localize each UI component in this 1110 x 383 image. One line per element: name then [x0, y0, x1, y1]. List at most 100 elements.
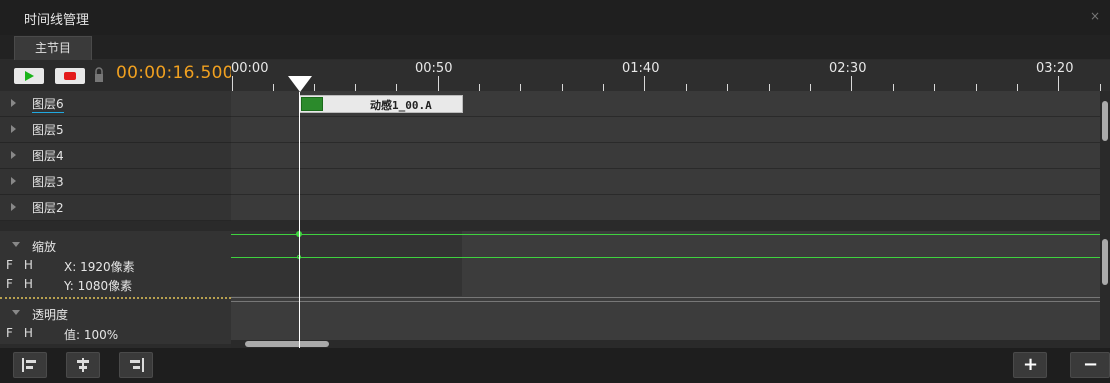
track-row[interactable]: [231, 143, 1100, 169]
expand-arrow-icon[interactable]: [11, 177, 16, 185]
ruler-minor-tick: [893, 84, 894, 91]
layer-label: 图层6: [32, 97, 64, 113]
track-row[interactable]: 动感1_00.A: [231, 91, 1100, 117]
align-right-icon: [130, 358, 144, 372]
track-row[interactable]: [231, 117, 1100, 143]
record-icon: [64, 72, 76, 80]
group-separator: [0, 297, 231, 299]
opacity-label: 透明度: [32, 308, 69, 322]
scale-x-curve[interactable]: [231, 234, 1100, 235]
scroll-thumb[interactable]: [245, 341, 329, 347]
ruler-minor-tick: [810, 84, 811, 91]
ruler-minor-tick: [562, 84, 563, 91]
clip-thumbnail: [301, 97, 323, 111]
layer-row[interactable]: 图层6: [0, 91, 231, 117]
layer-list: 图层6 图层5 图层4 图层3 图层2: [0, 91, 231, 221]
layer-row[interactable]: 图层3: [0, 169, 231, 195]
timeline-clip[interactable]: 动感1_00.A: [299, 95, 463, 113]
property-vertical-scrollbar[interactable]: [1100, 231, 1110, 340]
ruler-minor-tick: [727, 84, 728, 91]
timecode-display: 00:00:16.500: [116, 63, 234, 83]
expand-arrow-icon[interactable]: [11, 125, 16, 133]
ruler-label: 00:00: [231, 61, 269, 76]
opacity-value-row[interactable]: FH 值: 100%: [0, 324, 231, 344]
ruler-minor-tick: [976, 84, 977, 91]
time-ruler[interactable]: 00:00 00:50 01:40 02:30 03:20: [231, 60, 1110, 92]
ruler-major-tick: [1058, 76, 1059, 91]
ruler-minor-tick: [603, 84, 604, 91]
graph-shaded-region: [231, 231, 462, 296]
tab-main-program[interactable]: 主节目: [14, 36, 92, 60]
ruler-major-tick: [438, 76, 439, 91]
group-separator-line: [231, 297, 1100, 298]
opacity-group-header[interactable]: 透明度: [0, 301, 231, 325]
layer-row[interactable]: 图层4: [0, 143, 231, 169]
ruler-label: 02:30: [829, 61, 867, 76]
ruler-minor-tick: [355, 84, 356, 91]
group-separator-line: [231, 301, 1100, 302]
expand-arrow-icon[interactable]: [11, 99, 16, 107]
opacity-value[interactable]: 值: 100%: [64, 326, 118, 343]
ruler-minor-tick: [314, 84, 315, 91]
minus-icon: −: [1083, 354, 1099, 375]
collapse-arrow-icon[interactable]: [12, 242, 20, 247]
play-button[interactable]: [14, 68, 44, 84]
ruler-minor-tick: [1017, 84, 1018, 91]
scale-x-row[interactable]: FH X: 1920像素: [0, 256, 231, 276]
ruler-label: 01:40: [622, 61, 660, 76]
record-button[interactable]: [55, 68, 85, 84]
expand-arrow-icon[interactable]: [11, 151, 16, 159]
ruler-major-tick: [851, 76, 852, 91]
scale-label: 缩放: [32, 240, 57, 254]
align-left-icon: [22, 358, 36, 372]
scale-y-curve[interactable]: [231, 257, 1100, 258]
track-row[interactable]: [231, 195, 1100, 221]
ruler-minor-tick: [520, 84, 521, 91]
layer-label: 图层3: [32, 175, 64, 189]
add-track-button[interactable]: +: [1013, 352, 1047, 378]
expand-arrow-icon[interactable]: [11, 203, 16, 211]
layer-label: 图层5: [32, 123, 64, 137]
align-right-button[interactable]: [119, 352, 153, 378]
ruler-minor-tick: [1100, 84, 1101, 91]
keyframe-flags[interactable]: FH: [6, 277, 44, 291]
ruler-minor-tick: [769, 84, 770, 91]
remove-track-button[interactable]: −: [1070, 352, 1110, 378]
ruler-minor-tick: [273, 84, 274, 91]
scale-group-header[interactable]: 缩放: [0, 233, 231, 257]
track-vertical-scrollbar[interactable]: [1100, 91, 1110, 221]
align-center-icon: [77, 358, 89, 372]
layer-row[interactable]: 图层5: [0, 117, 231, 143]
timeline-horizontal-scrollbar[interactable]: [231, 340, 1110, 348]
panel-divider[interactable]: [0, 221, 1110, 231]
tab-strip: [0, 35, 1110, 59]
scale-y-value[interactable]: Y: 1080像素: [64, 277, 132, 294]
ruler-minor-tick: [396, 84, 397, 91]
keyframe-flags[interactable]: FH: [6, 326, 44, 340]
close-icon[interactable]: ×: [1090, 9, 1100, 23]
properties-panel: 缩放 FH X: 1920像素 FH Y: 1080像素 透明度 FH 值: 1…: [0, 231, 231, 344]
track-row[interactable]: [231, 169, 1100, 195]
lock-icon[interactable]: [94, 66, 104, 84]
align-left-button[interactable]: [13, 352, 47, 378]
property-graph[interactable]: [231, 231, 1100, 344]
scale-y-row[interactable]: FH Y: 1080像素: [0, 275, 231, 295]
play-icon: [25, 71, 34, 81]
playhead-line[interactable]: [299, 92, 300, 348]
title-bar: 时间线管理 ×: [0, 0, 1110, 36]
collapse-arrow-icon[interactable]: [12, 310, 20, 315]
scroll-thumb[interactable]: [1102, 239, 1108, 285]
scale-x-value[interactable]: X: 1920像素: [64, 258, 135, 275]
ruler-minor-tick: [479, 84, 480, 91]
layer-row[interactable]: 图层2: [0, 195, 231, 221]
scroll-thumb[interactable]: [1102, 101, 1108, 141]
plus-icon: +: [1023, 354, 1039, 375]
playhead-handle[interactable]: [288, 76, 312, 92]
align-center-button[interactable]: [66, 352, 100, 378]
keyframe-flags[interactable]: FH: [6, 258, 44, 272]
track-area[interactable]: 动感1_00.A: [231, 91, 1100, 221]
bottom-toolbar: [0, 348, 1110, 383]
clip-label: 动感1_00.A: [370, 99, 432, 112]
ruler-label: 00:50: [415, 61, 453, 76]
layer-label: 图层4: [32, 149, 64, 163]
